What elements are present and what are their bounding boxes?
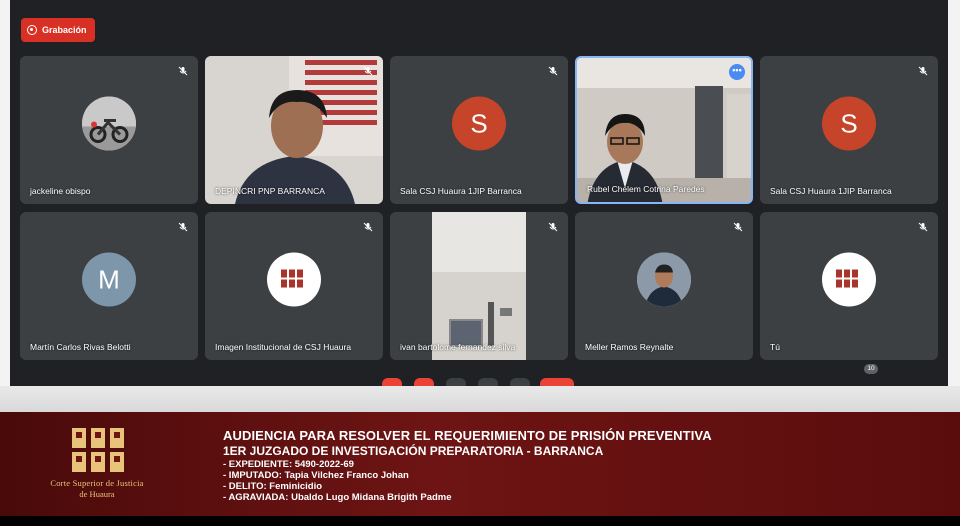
mic-off-icon bbox=[363, 66, 373, 76]
org-name-line2: de Huaura bbox=[79, 489, 115, 499]
participant-video bbox=[390, 212, 568, 360]
more-options-button[interactable] bbox=[510, 378, 530, 386]
participant-tile[interactable]: Imagen Institucional de CSJ Huaura bbox=[205, 212, 383, 360]
csj-logo-icon bbox=[267, 252, 321, 307]
meeting-window: Grabación jackeline obispo DEPINCRI PNP … bbox=[10, 0, 948, 386]
participant-name: Meller Ramos Reynalte bbox=[585, 342, 674, 352]
offense: - DELITO: Feminicidio bbox=[223, 481, 323, 492]
motorcycle-photo-icon bbox=[82, 96, 136, 151]
participant-name: Martín Carlos Rivas Belotti bbox=[30, 342, 131, 352]
participant-name: ivan bartolome fernandez silva bbox=[400, 342, 516, 352]
participant-name: DEPINCRI PNP BARRANCA bbox=[215, 186, 325, 196]
screen-bottom-edge bbox=[0, 516, 960, 526]
avatar-letter: S bbox=[452, 96, 506, 151]
recording-label: Grabación bbox=[42, 25, 87, 35]
avatar-letter: S bbox=[822, 96, 876, 151]
participant-tile[interactable]: S Sala CSJ Huaura 1JIP Barranca bbox=[390, 56, 568, 204]
participant-tile[interactable]: Tú bbox=[760, 212, 938, 360]
victim: - AGRAVIADA: Ubaldo Lugo Midana Brigith … bbox=[223, 492, 452, 503]
csj-huaura-logo-icon bbox=[72, 428, 124, 472]
mic-toggle-button[interactable] bbox=[382, 378, 402, 386]
banner-top-strip bbox=[0, 386, 960, 412]
participant-tile-active[interactable]: ••• Rubel Chelem Cotrina Paredes bbox=[575, 56, 753, 204]
court-name: 1ER JUZGADO DE INVESTIGACIÓN PREPARATORI… bbox=[223, 444, 604, 458]
participant-tile[interactable]: Meller Ramos Reynalte bbox=[575, 212, 753, 360]
participant-name: Imagen Institucional de CSJ Huaura bbox=[215, 342, 352, 352]
person-photo-icon bbox=[637, 252, 691, 307]
defendant: - IMPUTADO: Tapia Vilchez Franco Johan bbox=[223, 470, 409, 481]
present-button[interactable] bbox=[478, 378, 498, 386]
case-number: - EXPEDIENTE: 5490-2022-69 bbox=[223, 459, 354, 470]
participant-name: Sala CSJ Huaura 1JIP Barranca bbox=[770, 186, 892, 196]
mic-off-icon bbox=[548, 66, 558, 76]
recording-indicator[interactable]: Grabación bbox=[21, 18, 95, 42]
participant-name: jackeline obispo bbox=[30, 186, 91, 196]
camera-toggle-button[interactable] bbox=[414, 378, 434, 386]
participant-name: Sala CSJ Huaura 1JIP Barranca bbox=[400, 186, 522, 196]
participant-name: Rubel Chelem Cotrina Paredes bbox=[587, 184, 705, 194]
participant-count-badge: 10 bbox=[864, 364, 878, 374]
mic-off-icon bbox=[178, 66, 188, 76]
meeting-toolbar: 10 bbox=[10, 364, 948, 386]
leave-call-button[interactable] bbox=[540, 378, 574, 386]
avatar-letter: M bbox=[82, 252, 136, 307]
mic-off-icon bbox=[733, 222, 743, 232]
mic-off-icon bbox=[363, 222, 373, 232]
org-name-line1: Corte Superior de Justicia bbox=[50, 478, 144, 488]
csj-logo-icon bbox=[822, 252, 876, 307]
mic-off-icon bbox=[918, 222, 928, 232]
participant-video bbox=[577, 58, 751, 202]
mic-off-icon bbox=[918, 66, 928, 76]
screen-edge-right bbox=[948, 0, 960, 386]
mic-off-icon bbox=[178, 222, 188, 232]
captions-button[interactable] bbox=[446, 378, 466, 386]
participant-video bbox=[205, 56, 383, 204]
participant-tile[interactable]: M Martín Carlos Rivas Belotti bbox=[20, 212, 198, 360]
participant-tile[interactable]: jackeline obispo bbox=[20, 56, 198, 204]
participant-name: Tú bbox=[770, 342, 780, 352]
participant-tile[interactable]: DEPINCRI PNP BARRANCA bbox=[205, 56, 383, 204]
mic-off-icon bbox=[548, 222, 558, 232]
participant-tile[interactable]: S Sala CSJ Huaura 1JIP Barranca bbox=[760, 56, 938, 204]
record-icon bbox=[27, 25, 37, 35]
participant-tile[interactable]: ivan bartolome fernandez silva bbox=[390, 212, 568, 360]
screen-edge-left bbox=[0, 0, 10, 386]
hearing-title: AUDIENCIA PARA RESOLVER EL REQUERIMIENTO… bbox=[223, 428, 712, 443]
more-options-icon[interactable]: ••• bbox=[729, 64, 745, 80]
